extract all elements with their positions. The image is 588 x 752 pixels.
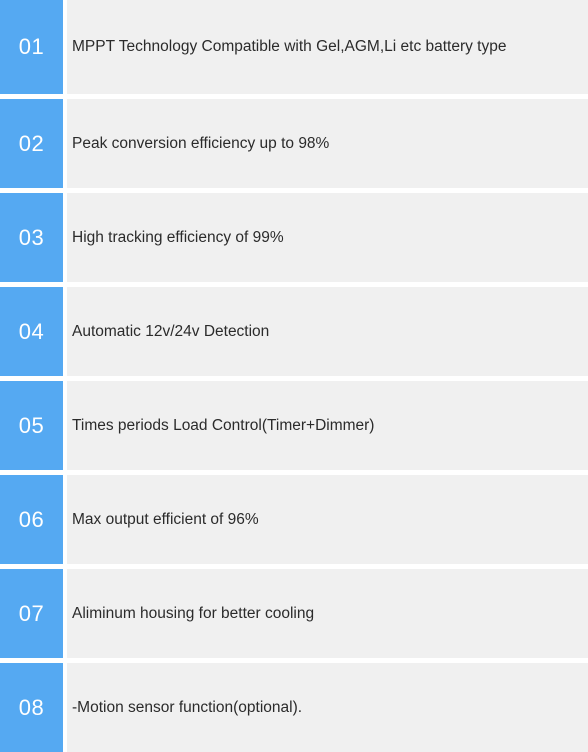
feature-text-panel: Automatic 12v/24v Detection (67, 287, 588, 376)
feature-text: Automatic 12v/24v Detection (72, 322, 270, 340)
list-item: 06 Max output efficient of 96% (0, 475, 588, 564)
feature-list: 01 MPPT Technology Compatible with Gel,A… (0, 0, 588, 752)
feature-text-panel: Max output efficient of 96% (67, 475, 588, 564)
list-item: 03 High tracking efficiency of 99% (0, 193, 588, 282)
feature-text: -Motion sensor function(optional). (72, 698, 303, 716)
feature-text: MPPT Technology Compatible with Gel,AGM,… (72, 38, 507, 55)
feature-text-panel: MPPT Technology Compatible with Gel,AGM,… (67, 0, 588, 94)
feature-index-badge: 02 (0, 99, 63, 188)
feature-index-badge: 08 (0, 663, 63, 752)
feature-text-panel: Peak conversion efficiency up to 98% (67, 99, 588, 188)
feature-text: Max output efficient of 96% (72, 510, 259, 528)
feature-text-panel: Times periods Load Control(Timer+Dimmer) (67, 381, 588, 470)
feature-text: Aliminum housing for better cooling (72, 604, 315, 622)
feature-text-panel: -Motion sensor function(optional). (67, 663, 588, 752)
feature-text: Times periods Load Control(Timer+Dimmer) (72, 416, 375, 434)
list-item: 05 Times periods Load Control(Timer+Dimm… (0, 381, 588, 470)
feature-text-panel: High tracking efficiency of 99% (67, 193, 588, 282)
feature-text-panel: Aliminum housing for better cooling (67, 569, 588, 658)
list-item: 07 Aliminum housing for better cooling (0, 569, 588, 658)
feature-index-badge: 06 (0, 475, 63, 564)
list-item: 02 Peak conversion efficiency up to 98% (0, 99, 588, 188)
feature-text: High tracking efficiency of 99% (72, 228, 284, 246)
feature-index-badge: 01 (0, 0, 63, 94)
feature-index-badge: 03 (0, 193, 63, 282)
feature-text: Peak conversion efficiency up to 98% (72, 134, 330, 152)
feature-index-badge: 05 (0, 381, 63, 470)
list-item: 08 -Motion sensor function(optional). (0, 663, 588, 752)
feature-index-badge: 07 (0, 569, 63, 658)
feature-index-badge: 04 (0, 287, 63, 376)
list-item: 01 MPPT Technology Compatible with Gel,A… (0, 0, 588, 94)
list-item: 04 Automatic 12v/24v Detection (0, 287, 588, 376)
